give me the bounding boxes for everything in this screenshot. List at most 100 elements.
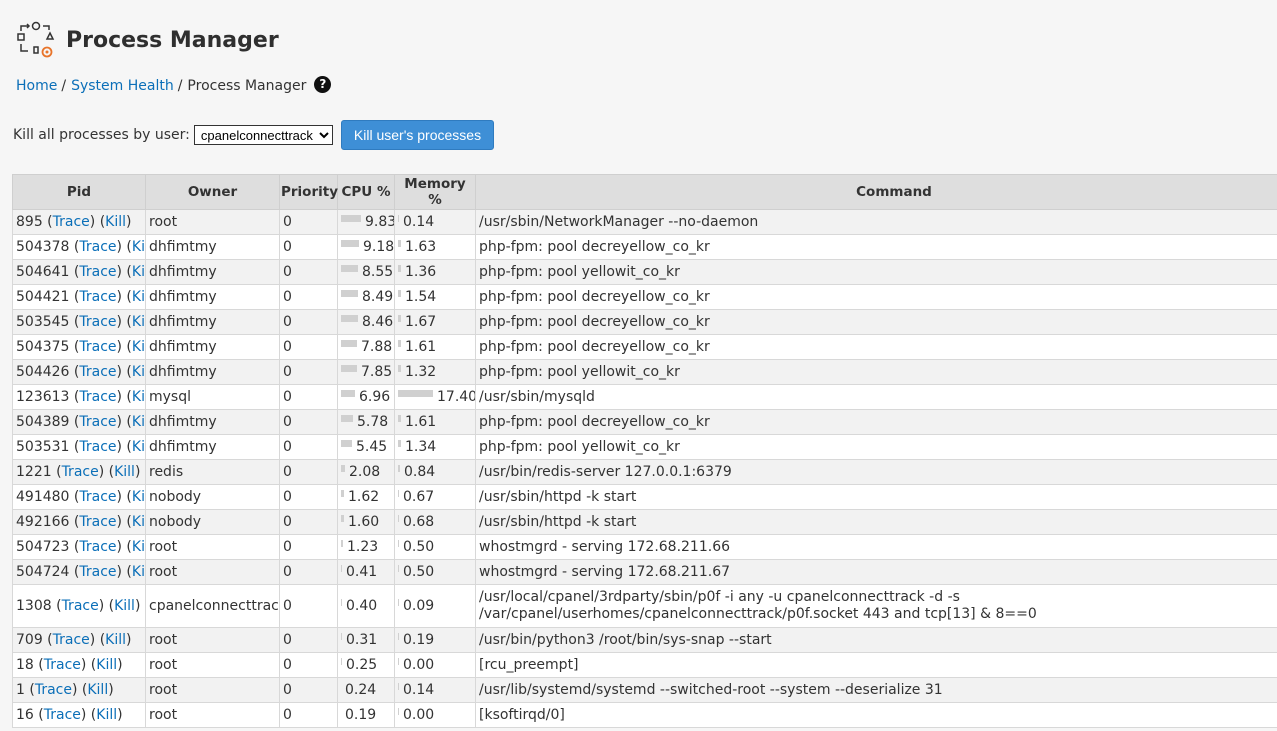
kill-link[interactable]: Kill (132, 264, 145, 280)
pid-cell: 504389 (Trace) (Kill) (12, 409, 146, 435)
memory-usage-bar (398, 708, 399, 715)
command-cell: whostmgrd - serving 172.68.211.66 (475, 534, 1277, 560)
kill-link[interactable]: Kill (132, 289, 145, 305)
cpu-value: 0.25 (346, 657, 378, 673)
memory-value: 0.00 (403, 707, 435, 723)
pid-cell: 1221 (Trace) (Kill) (12, 459, 146, 485)
kill-link[interactable]: Kill (96, 707, 117, 723)
trace-link[interactable]: Trace (35, 682, 72, 698)
kill-user-processes-button[interactable]: Kill user's processes (340, 120, 495, 150)
memory-value: 0.68 (403, 514, 435, 530)
cpu-usage-bar (341, 365, 357, 372)
trace-link[interactable]: Trace (79, 414, 116, 430)
kill-link[interactable]: Kill (132, 239, 145, 255)
memory-usage-bar (398, 565, 399, 572)
trace-link[interactable]: Trace (62, 598, 99, 614)
breadcrumb-system-health-link[interactable]: System Health (71, 78, 174, 94)
kill-link[interactable]: Kill (105, 214, 126, 230)
table-row: 504723 (Trace) (Kill)root0 1.23 0.50 whostm… (12, 534, 1277, 560)
command-cell: /usr/sbin/mysqld (475, 384, 1277, 410)
trace-link[interactable]: Trace (44, 657, 81, 673)
trace-link[interactable]: Trace (44, 707, 81, 723)
pid-value: 18 (16, 657, 34, 673)
priority-cell: 0 (279, 434, 338, 460)
user-select[interactable]: cpanelconnecttrack (193, 125, 333, 145)
kill-link[interactable]: Kill (132, 414, 145, 430)
trace-link[interactable]: Trace (79, 239, 116, 255)
cpu-value: 9.18 (363, 239, 395, 255)
kill-link[interactable]: Kill (132, 514, 145, 530)
trace-link[interactable]: Trace (79, 264, 116, 280)
pid-value: 503545 (16, 314, 70, 330)
kill-link[interactable]: Kill (132, 339, 145, 355)
trace-link[interactable]: Trace (53, 632, 90, 648)
cpu-usage-bar (341, 633, 342, 640)
trace-link[interactable]: Trace (79, 564, 116, 580)
table-row: 492166 (Trace) (Kill)nobody0 1.60 0.68/usr… (12, 509, 1277, 535)
kill-link[interactable]: Kill (114, 464, 135, 480)
column-header-priority[interactable]: Priority (279, 174, 338, 210)
trace-link[interactable]: Trace (79, 439, 116, 455)
pid-cell: 491480 (Trace) (Kill) (12, 484, 146, 510)
trace-link[interactable]: Trace (79, 539, 116, 555)
kill-link[interactable]: Kill (132, 389, 145, 405)
owner-cell: root (145, 652, 280, 678)
cpu-cell: 0.31 (337, 627, 395, 653)
trace-link[interactable]: Trace (79, 314, 116, 330)
memory-value: 1.32 (405, 364, 437, 380)
trace-link[interactable]: Trace (62, 464, 99, 480)
kill-link[interactable]: Kill (87, 682, 108, 698)
memory-usage-bar (398, 290, 401, 297)
priority-cell: 0 (279, 484, 338, 510)
trace-link[interactable]: Trace (79, 289, 116, 305)
table-row: 504426 (Trace) (Kill)dhfimtmy0 7.85 1.32 ph… (12, 359, 1277, 385)
trace-link[interactable]: Trace (79, 389, 116, 405)
trace-link[interactable]: Trace (79, 339, 116, 355)
memory-cell: 0.50 (394, 559, 476, 585)
memory-cell: 1.34 (394, 434, 476, 460)
trace-link[interactable]: Trace (79, 489, 116, 505)
memory-cell: 1.36 (394, 259, 476, 285)
owner-cell: root (145, 534, 280, 560)
cpu-value: 1.62 (348, 489, 380, 505)
kill-link[interactable]: Kill (132, 564, 145, 580)
memory-value: 0.00 (403, 657, 435, 673)
kill-link[interactable]: Kill (96, 657, 117, 673)
column-header-cpu[interactable]: CPU % (337, 174, 395, 210)
cpu-value: 1.23 (347, 539, 379, 555)
table-row: 1221 (Trace) (Kill) redis 0 2.08 0.84/usr/bi… (12, 459, 1277, 485)
memory-usage-bar (398, 390, 433, 397)
pid-value: 491480 (16, 489, 70, 505)
memory-value: 1.34 (405, 439, 437, 455)
kill-link[interactable]: Kill (114, 598, 135, 614)
trace-link[interactable]: Trace (79, 514, 116, 530)
trace-link[interactable]: Trace (53, 214, 90, 230)
kill-link[interactable]: Kill (132, 439, 145, 455)
memory-value: 1.67 (405, 314, 437, 330)
command-cell: php-fpm: pool decreyellow_co_kr (475, 334, 1277, 360)
kill-link[interactable]: Kill (132, 489, 145, 505)
pid-cell: 16 (Trace) (Kill) (12, 702, 146, 728)
pid-value: 504375 (16, 339, 70, 355)
breadcrumb-home-link[interactable]: Home (16, 78, 57, 94)
kill-link[interactable]: Kill (132, 539, 145, 555)
column-header-memory[interactable]: Memory % (394, 174, 476, 210)
memory-cell: 0.84 (394, 459, 476, 485)
column-header-owner[interactable]: Owner (145, 174, 280, 210)
pid-cell: 123613 (Trace) (Kill) (12, 384, 146, 410)
table-row: 504375 (Trace) (Kill)dhfimtmy0 7.88 1.61 ph… (12, 334, 1277, 360)
owner-cell: dhfimtmy (145, 309, 280, 335)
kill-link[interactable]: Kill (105, 632, 126, 648)
cpu-cell: 8.49 (337, 284, 395, 310)
help-icon[interactable]: ? (314, 75, 332, 93)
trace-link[interactable]: Trace (79, 364, 116, 380)
kill-link[interactable]: Kill (132, 364, 145, 380)
column-header-command[interactable]: Command (475, 174, 1277, 210)
pid-value: 503531 (16, 439, 70, 455)
memory-usage-bar (398, 465, 400, 472)
column-header-pid[interactable]: Pid (12, 174, 146, 210)
process-manager-icon (17, 21, 55, 58)
kill-link[interactable]: Kill (132, 314, 145, 330)
owner-cell: root (145, 627, 280, 653)
command-cell: php-fpm: pool yellowit_co_kr (475, 434, 1277, 460)
